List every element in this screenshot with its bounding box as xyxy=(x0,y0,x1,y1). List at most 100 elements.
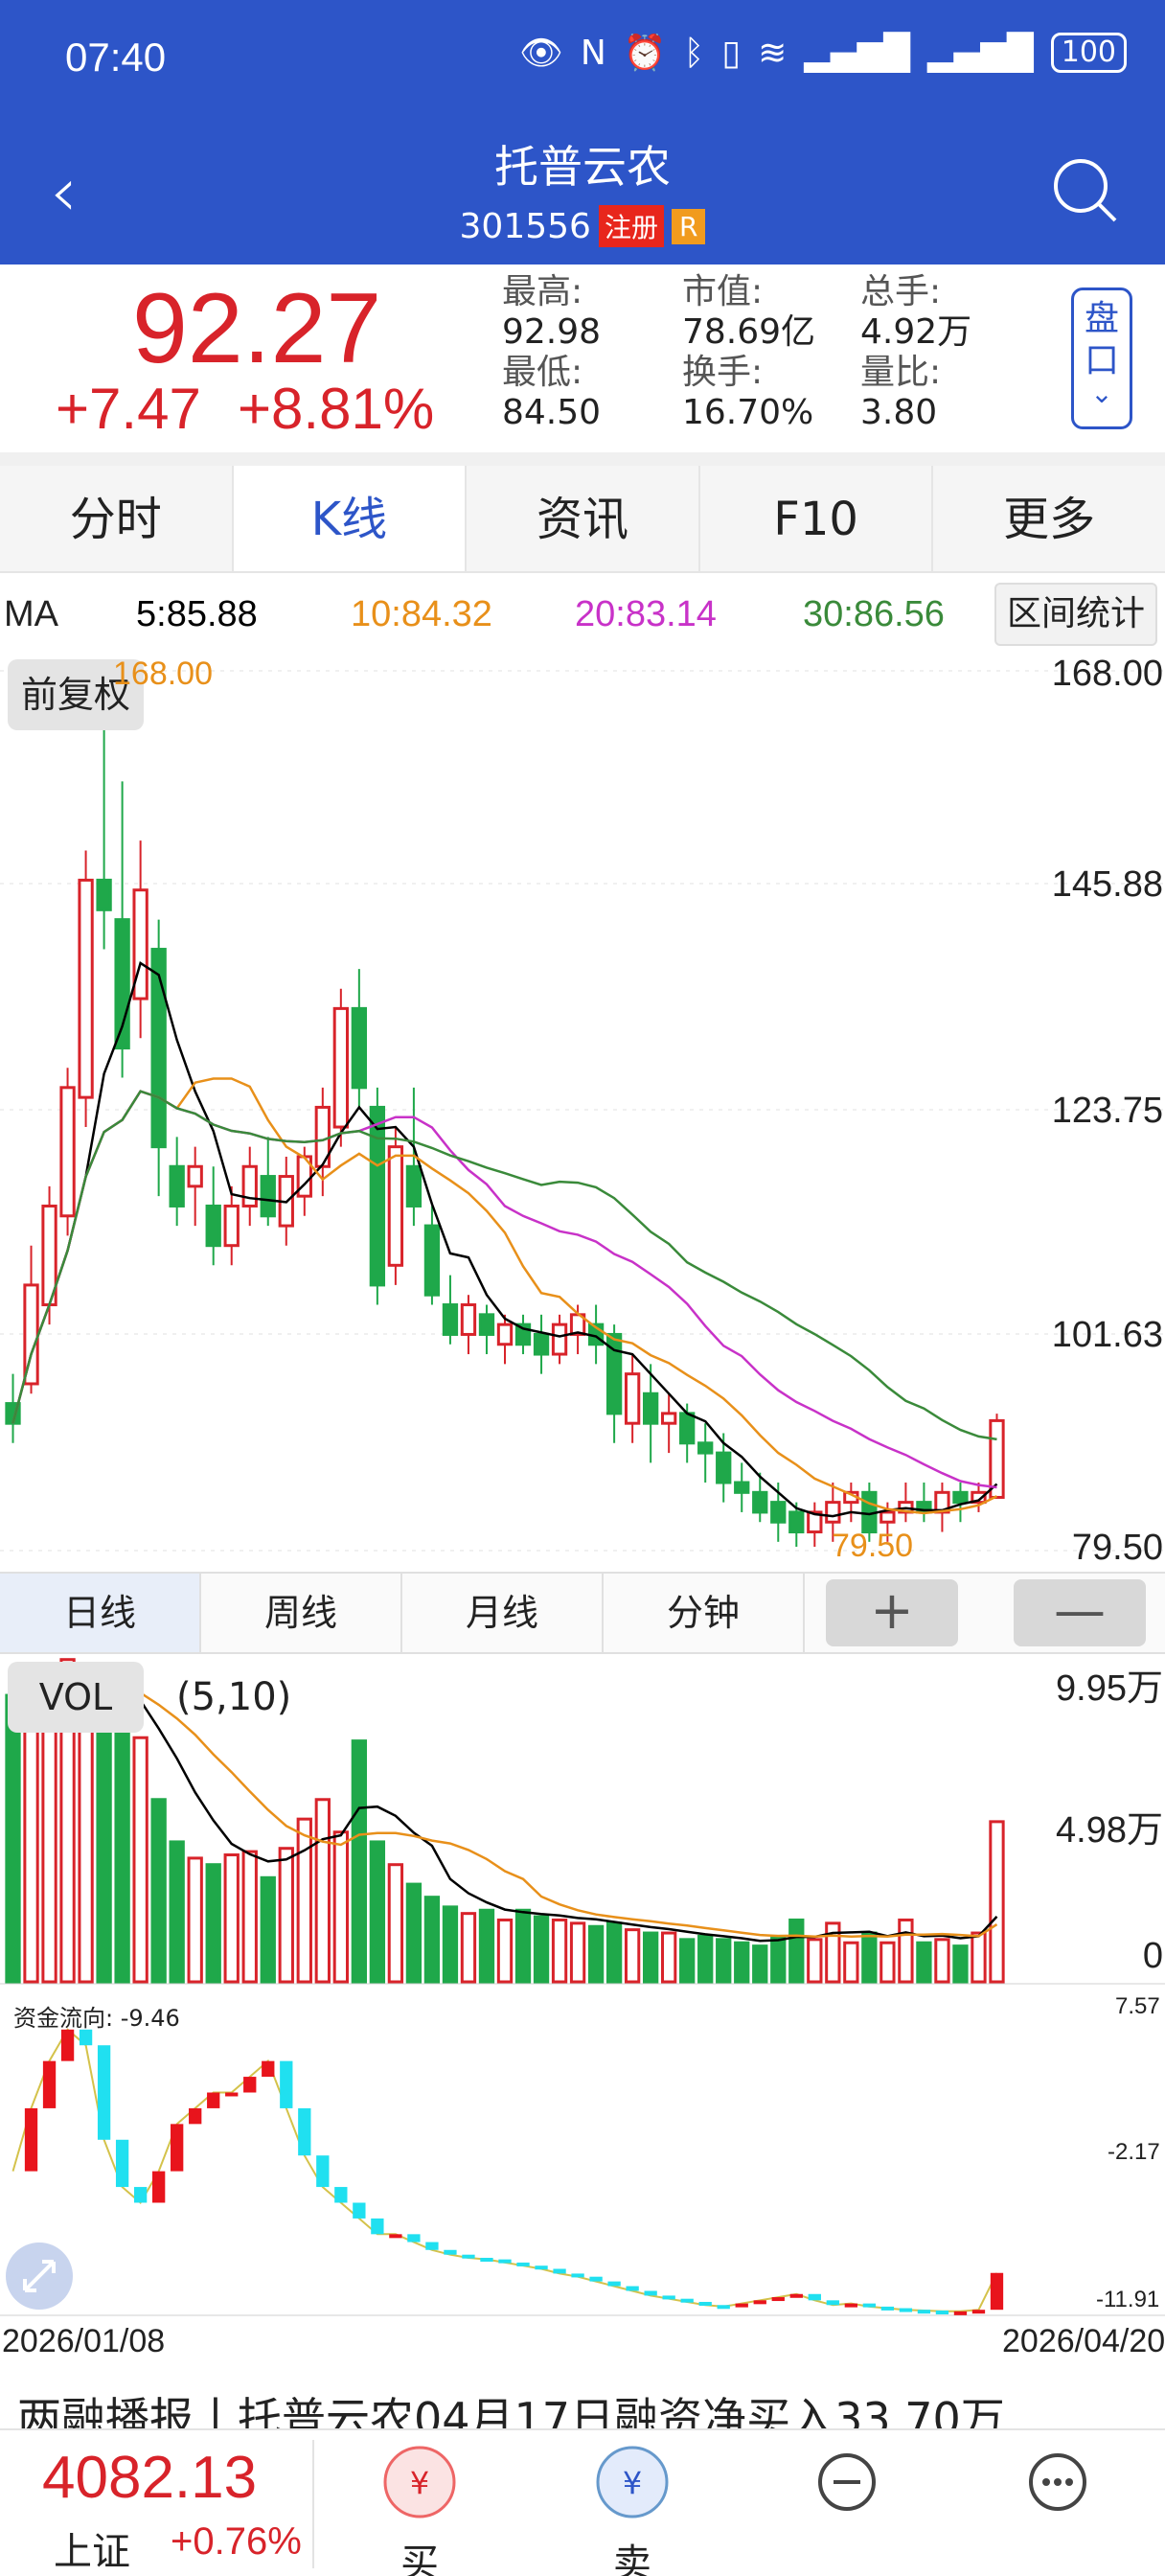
volume-bar xyxy=(96,1687,112,1984)
expand-icon[interactable] xyxy=(6,2242,73,2310)
candle-body xyxy=(260,1175,276,1218)
fund-flow-bar xyxy=(789,2293,803,2298)
fund-flow-bar xyxy=(607,2281,621,2287)
index-value[interactable]: 4082.13 xyxy=(42,2444,257,2512)
news-headline[interactable]: 两融播报丨托普云农04月17日融资净买入33.70万 xyxy=(17,2384,1157,2428)
fund-flow-bar xyxy=(735,2303,748,2308)
start-date: 2026/01/08 xyxy=(2,2323,166,2359)
volume-bar xyxy=(314,1798,331,1984)
volume-bar xyxy=(642,1931,659,1984)
fund-flow-bar xyxy=(644,2290,657,2296)
period-bar: 日线 周线 月线 分钟 xyxy=(0,1572,1165,1654)
candle-body xyxy=(734,1481,750,1494)
min-price-marker: 79.50 xyxy=(832,1528,914,1564)
volume-bar xyxy=(332,1830,349,1984)
fund-flow-bar xyxy=(953,2311,968,2315)
more-dots-icon xyxy=(1029,2453,1086,2511)
volume-bar xyxy=(369,1840,386,1984)
candle-body xyxy=(879,1510,896,1524)
fund-flow-bar xyxy=(662,2295,675,2300)
fund-flow-bar xyxy=(589,2276,603,2282)
bottom-bar: 4082.13 上证 +0.76% ¥ 买 ¥ 卖 xyxy=(0,2428,1165,2576)
volume-bar xyxy=(788,1918,805,1984)
volume-bar xyxy=(78,1690,94,1984)
candle-body xyxy=(78,878,94,1099)
volume-bar xyxy=(697,1934,714,1984)
period-daily[interactable]: 日线 xyxy=(0,1574,201,1652)
volume-bar xyxy=(679,1938,696,1984)
candle-body xyxy=(187,1164,203,1188)
volume-bar xyxy=(296,1817,312,1984)
volume-bar xyxy=(478,1908,495,1984)
zoom-in-button[interactable]: + xyxy=(826,1579,958,1646)
fund-flow-bar xyxy=(407,2234,421,2242)
volume-params: (5,10) xyxy=(176,1675,292,1719)
fund-flow-bar xyxy=(862,2303,877,2308)
period-weekly[interactable]: 周线 xyxy=(201,1574,402,1652)
period-monthly[interactable]: 月线 xyxy=(402,1574,604,1652)
candle-body xyxy=(679,1412,696,1445)
candle-body xyxy=(697,1441,714,1455)
fund-flow-bar xyxy=(535,2266,548,2270)
fund-flow-bar xyxy=(24,2107,38,2172)
index-change: +0.76% xyxy=(171,2520,302,2563)
buy-button[interactable]: ¥ 买 xyxy=(353,2444,487,2576)
fund-flow-bar xyxy=(808,2293,821,2301)
fund-flow-bar xyxy=(917,2310,931,2314)
volume-indicator-button[interactable]: VOL xyxy=(8,1662,144,1733)
fund-flow-bar xyxy=(771,2297,785,2302)
volume-bar xyxy=(114,1723,130,1984)
zoom-out-button[interactable]: — xyxy=(1014,1579,1146,1646)
volume-axis-tick: 9.95万 xyxy=(1056,1668,1163,1709)
volume-bar xyxy=(442,1905,459,1984)
period-minute[interactable]: 分钟 xyxy=(604,1574,805,1652)
flow-axis-tick: -2.17 xyxy=(1108,2139,1160,2165)
volume-bar xyxy=(843,1941,859,1984)
volume-bar xyxy=(514,1908,532,1984)
volume-bar xyxy=(260,1875,276,1984)
volume-bar xyxy=(551,1918,568,1984)
max-price-marker: 168.00 xyxy=(113,656,213,692)
volume-bar xyxy=(716,1938,732,1984)
fund-flow-bar xyxy=(298,2107,311,2156)
sell-cart-icon: ¥ xyxy=(596,2446,669,2518)
fund-flow-bar xyxy=(935,2311,949,2315)
kline-chart[interactable] xyxy=(0,0,1165,2576)
fund-flow-bar xyxy=(990,2272,1004,2311)
volume-bar xyxy=(223,1853,240,1984)
fund-flow-bar xyxy=(133,2187,148,2203)
fund-flow-bar xyxy=(262,2060,275,2078)
fund-flow-bar xyxy=(371,2218,384,2235)
fund-flow-bar xyxy=(480,2257,493,2262)
candle-body xyxy=(551,1322,568,1356)
volume-axis-tick: 4.98万 xyxy=(1056,1810,1163,1851)
candle-body xyxy=(169,1164,185,1208)
candle-body xyxy=(96,878,112,911)
fund-flow-title: 资金流向: -9.46 xyxy=(13,2005,180,2032)
fund-flow-bar xyxy=(316,2155,330,2188)
price-axis-tick: 101.63 xyxy=(1051,1315,1163,1355)
fund-flow-bar xyxy=(189,2107,202,2125)
price-axis-tick: 145.88 xyxy=(1051,864,1163,905)
volume-bar xyxy=(661,1931,677,1984)
candle-body xyxy=(205,1204,221,1248)
price-axis-tick: 123.75 xyxy=(1051,1091,1163,1131)
fund-flow-bar xyxy=(462,2254,475,2259)
sell-button[interactable]: ¥ 卖 xyxy=(565,2444,699,2576)
volume-bar xyxy=(150,1798,167,1984)
more-button[interactable] xyxy=(991,2444,1125,2524)
fund-flow-bar xyxy=(826,2300,839,2306)
fund-flow-bar xyxy=(97,2045,111,2140)
candle-body xyxy=(952,1490,969,1505)
fund-flow-bar xyxy=(353,2202,366,2219)
candle-body xyxy=(661,1412,677,1425)
candle-body xyxy=(478,1313,495,1336)
volume-bar xyxy=(423,1896,441,1984)
divider xyxy=(312,2440,314,2568)
remove-watchlist-button[interactable] xyxy=(780,2444,914,2524)
candle-body xyxy=(770,1501,787,1524)
candle-body xyxy=(351,1006,368,1090)
candle-body xyxy=(442,1303,459,1336)
fund-flow-bar xyxy=(207,2092,220,2108)
volume-bar xyxy=(752,1944,768,1984)
